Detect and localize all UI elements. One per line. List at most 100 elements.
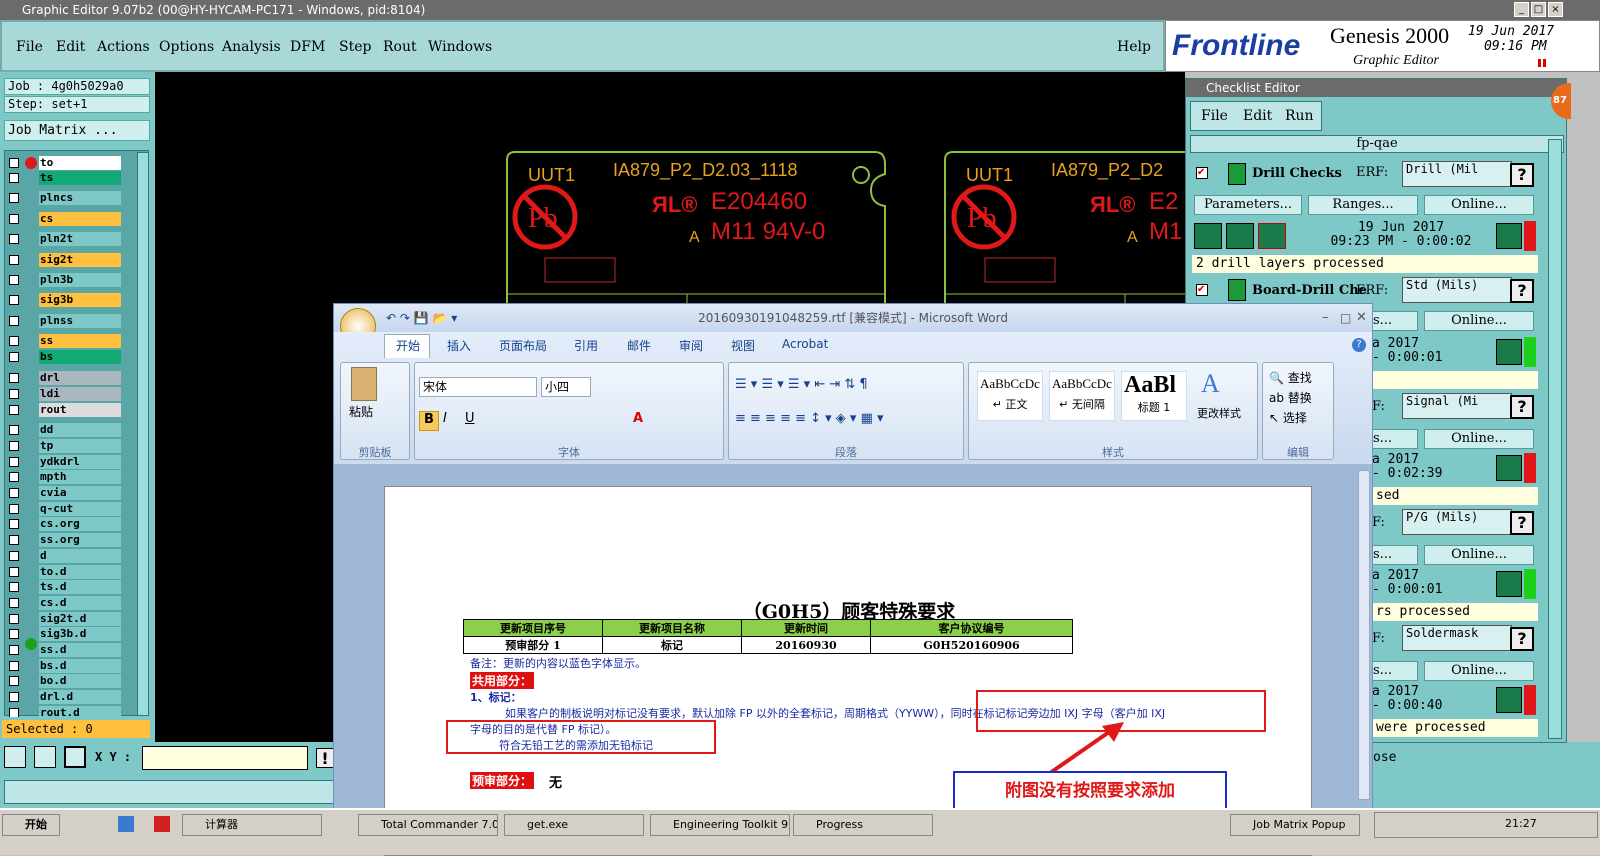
task-job-matrix-popup[interactable]: Job Matrix Popup xyxy=(1230,814,1360,836)
check-2-help-button[interactable]: ? xyxy=(1510,279,1534,303)
check-5-help-button[interactable]: ? xyxy=(1510,627,1534,651)
layer-row-bo-d[interactable]: bo.d xyxy=(7,674,121,688)
check-3-erf-field[interactable]: Signal (Mi xyxy=(1402,393,1512,419)
layer-row-to-d[interactable]: to.d xyxy=(7,565,121,579)
menu-rout[interactable]: Rout xyxy=(383,39,417,55)
layer-name[interactable]: tp xyxy=(39,439,121,453)
check-5-erf-field[interactable]: Soldermask xyxy=(1402,625,1512,651)
check-3-online-button[interactable]: Online... xyxy=(1424,429,1534,449)
layer-name[interactable]: cs xyxy=(39,212,121,226)
check-2-erf-field[interactable]: Std (Mils) xyxy=(1402,277,1512,303)
layer-checkbox[interactable] xyxy=(9,567,19,577)
layer-checkbox[interactable] xyxy=(9,535,19,545)
layer-row-cs-d[interactable]: cs.d xyxy=(7,596,121,610)
layer-name[interactable]: bs xyxy=(39,350,121,364)
tab-insert[interactable]: 插入 xyxy=(447,337,471,354)
zoom-icon[interactable] xyxy=(1496,339,1522,365)
layer-checkbox[interactable] xyxy=(9,551,19,561)
run-icon-2[interactable] xyxy=(1226,223,1254,249)
layer-checkbox[interactable] xyxy=(9,405,19,415)
layer-row-cs[interactable]: cs xyxy=(7,212,121,226)
tab-home[interactable]: 开始 xyxy=(396,337,420,354)
layer-name[interactable]: sig2t xyxy=(39,253,121,267)
word-close-button[interactable]: ✕ xyxy=(1356,304,1367,332)
bold-button[interactable]: B xyxy=(419,411,439,431)
check-1-ranges-button[interactable]: Ranges... xyxy=(1308,195,1418,215)
layer-name[interactable]: sig3b xyxy=(39,293,121,307)
layer-name[interactable]: q-cut xyxy=(39,502,121,516)
tab-view[interactable]: 视图 xyxy=(731,337,755,354)
minimize-button[interactable]: _ xyxy=(1514,2,1529,17)
run-icon-3[interactable] xyxy=(1258,223,1286,249)
layer-row-rout-d[interactable]: rout.d xyxy=(7,706,121,717)
vertical-scrollbar[interactable] xyxy=(1358,470,1370,800)
layer-name[interactable]: cs.d xyxy=(39,596,121,610)
tab-review[interactable]: 审阅 xyxy=(679,337,703,354)
check-4-help-button[interactable]: ? xyxy=(1510,511,1534,535)
layer-checkbox[interactable] xyxy=(9,488,19,498)
underline-button[interactable]: U xyxy=(465,411,475,426)
layer-row-drl[interactable]: drl xyxy=(7,371,121,385)
alert-icon[interactable]: ! xyxy=(316,748,334,768)
check-4-online-button[interactable]: Online... xyxy=(1424,545,1534,565)
layer-name[interactable]: pln3b xyxy=(39,273,121,287)
change-styles-label[interactable]: 更改样式 xyxy=(1197,405,1241,421)
checklist-menu-run[interactable]: Run xyxy=(1285,108,1314,124)
layer-name[interactable]: rout xyxy=(39,403,121,417)
menu-options[interactable]: Options xyxy=(159,39,214,55)
layer-row-bs-d[interactable]: bs.d xyxy=(7,659,121,673)
layer-checkbox[interactable] xyxy=(9,275,19,285)
menu-help[interactable]: Help xyxy=(1117,39,1151,55)
layer-row-ts-d[interactable]: ts.d xyxy=(7,580,121,594)
snap-tool-icon[interactable] xyxy=(4,746,26,768)
layer-checkbox[interactable] xyxy=(9,472,19,482)
tab-acrobat[interactable]: Acrobat xyxy=(782,337,828,351)
find-button[interactable]: 🔍 查找 xyxy=(1269,369,1312,386)
menu-actions[interactable]: Actions xyxy=(97,39,150,55)
list-buttons[interactable]: ☰ ▾ ☰ ▾ ☰ ▾ ⇤ ⇥ ⇅ ¶ xyxy=(735,377,868,392)
menu-edit[interactable]: Edit xyxy=(56,39,85,55)
layer-row-d[interactable]: d xyxy=(7,549,121,563)
layer-checkbox[interactable] xyxy=(9,629,19,639)
check-3-help-button[interactable]: ? xyxy=(1510,395,1534,419)
layer-name[interactable]: ts xyxy=(39,171,121,185)
check-1-parameters-button[interactable]: Parameters... xyxy=(1194,195,1302,215)
layer-row-sig3b-d[interactable]: sig3b.d xyxy=(7,627,121,641)
select-button[interactable]: ↖ 选择 xyxy=(1269,409,1307,426)
check-1-checkbox[interactable]: ✔ xyxy=(1196,167,1208,179)
layer-name[interactable]: pln2t xyxy=(39,232,121,246)
layer-row-pln3b[interactable]: pln3b xyxy=(7,273,121,287)
layer-name[interactable]: rout.d xyxy=(39,706,121,717)
layer-checkbox[interactable] xyxy=(9,708,19,717)
style-normal[interactable]: AaBbCcDc ↵ 正文 xyxy=(977,371,1043,421)
layer-checkbox[interactable] xyxy=(9,661,19,671)
layer-checkbox[interactable] xyxy=(9,373,19,383)
style-no-spacing[interactable]: AaBbCcDc ↵ 无间隔 xyxy=(1049,371,1115,421)
layer-row-pln2t[interactable]: pln2t xyxy=(7,232,121,246)
layer-row-ts[interactable]: ts xyxy=(7,171,121,185)
check-4-ranges-button[interactable]: s... xyxy=(1372,545,1418,565)
layer-name[interactable]: drl xyxy=(39,371,121,385)
layer-checkbox[interactable] xyxy=(9,582,19,592)
layer-checkbox[interactable] xyxy=(9,614,19,624)
layer-name[interactable]: cvia xyxy=(39,486,121,500)
checklist-menu-file[interactable]: File xyxy=(1201,108,1228,124)
layer-row-sig3b[interactable]: sig3b xyxy=(7,293,121,307)
layer-row-rout[interactable]: rout xyxy=(7,403,121,417)
quick-access-toolbar[interactable]: ↶ ↷ 💾 📂 ▾ xyxy=(386,304,457,332)
tab-layout[interactable]: 页面布局 xyxy=(499,337,547,354)
check-4-erf-field[interactable]: P/G (Mils) xyxy=(1402,509,1512,535)
layer-row-cs-org[interactable]: cs.org xyxy=(7,517,121,531)
task-total-commander[interactable]: Total Commander 7.0 ... xyxy=(358,814,498,836)
task-engineering-toolkit[interactable]: Engineering Toolkit 9.... xyxy=(650,814,790,836)
zoom-icon[interactable] xyxy=(1496,223,1522,249)
layer-checkbox[interactable] xyxy=(9,234,19,244)
layer-checkbox[interactable] xyxy=(9,389,19,399)
layer-checkbox[interactable] xyxy=(9,316,19,326)
font-color-button[interactable]: A xyxy=(633,411,643,426)
layer-row-plnss[interactable]: plnss xyxy=(7,314,121,328)
layer-checkbox[interactable] xyxy=(9,295,19,305)
quicklaunch-icon[interactable] xyxy=(118,816,134,832)
change-styles-icon[interactable]: A xyxy=(1201,369,1220,399)
layer-row-ss-d[interactable]: ss.d xyxy=(7,643,121,657)
